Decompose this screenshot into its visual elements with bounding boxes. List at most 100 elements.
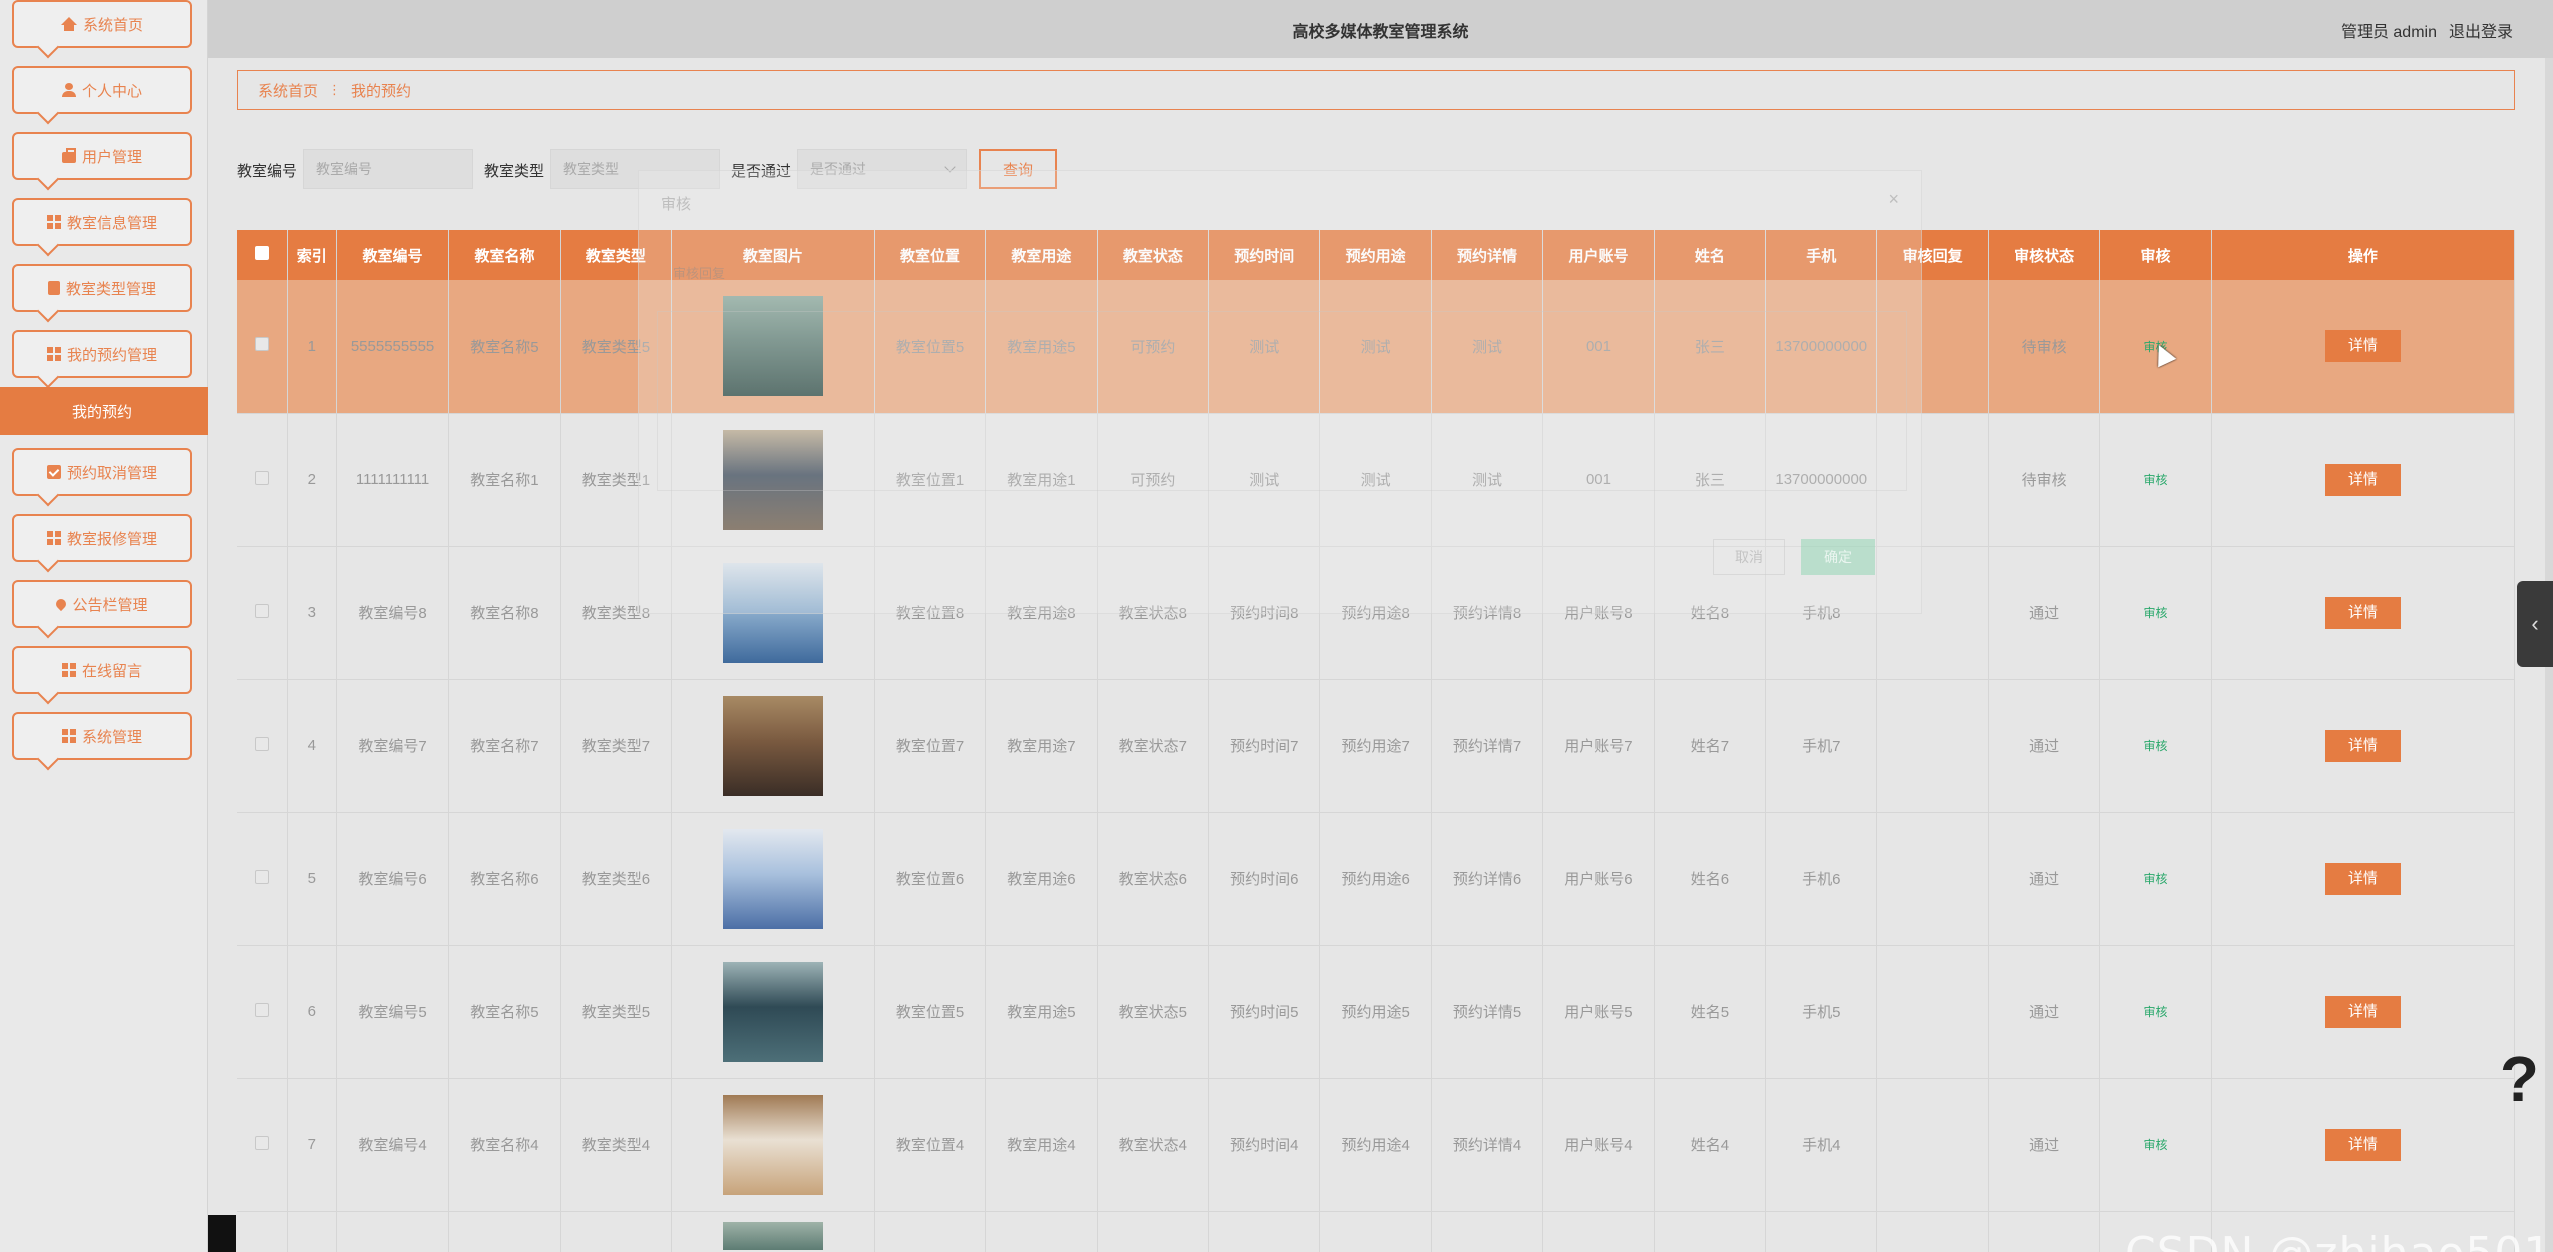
sidebar-item-my-reservations[interactable]: 我的预约管理 [12, 330, 192, 378]
submenu-label: 我的预约 [72, 403, 133, 421]
audit-link[interactable]: 审核 [2099, 812, 2212, 946]
cell-name: 教室名称1 [448, 413, 561, 547]
audit-link[interactable]: 审核 [2099, 1078, 2212, 1212]
audit-link-label[interactable]: 审核 [2143, 606, 2167, 620]
cell-idx: 2 [287, 413, 337, 547]
cell-purpose: 预约用途4 [1319, 1078, 1432, 1212]
sidebar-item-label: 用户管理 [81, 148, 142, 166]
sidebar-item-cancel-reservation[interactable]: 预约取消管理 [12, 448, 192, 496]
cell-reply [1876, 679, 1989, 813]
detail-button[interactable]: 详情 [2324, 1128, 2401, 1161]
audit-link[interactable]: 审核 [2099, 945, 2212, 1079]
actions-cell: 详情 [2211, 679, 2516, 813]
audit-link-label[interactable]: 审核 [2143, 473, 2167, 487]
breadcrumb: 系统首页 ⋮ 我的预约 [237, 70, 2515, 110]
side-panel-toggle[interactable]: ‹ [2517, 581, 2553, 667]
breadcrumb-home[interactable]: 系统首页 [258, 80, 318, 101]
close-icon[interactable]: × [1888, 189, 1899, 210]
sidebar-item-classroom-type[interactable]: 教室类型管理 [12, 264, 192, 312]
cell-empty [1988, 1211, 2101, 1252]
submenu-my-reservation[interactable]: 我的预约 [0, 387, 208, 435]
select-all-checkbox[interactable] [237, 230, 288, 280]
cell-purpose: 预约用途5 [1319, 945, 1432, 1079]
cell-purpose: 预约用途7 [1319, 679, 1432, 813]
cell-detail: 预约详情5 [1431, 945, 1544, 1079]
cell-audit_status: 待审核 [1988, 413, 2101, 547]
cell-no: 1111111111 [336, 413, 450, 547]
corner-decoration-icon: ? [2499, 1043, 2539, 1115]
row-checkbox[interactable] [237, 413, 288, 547]
sidebar-item-label: 在线留言 [81, 662, 142, 680]
cell-audit_status: 通过 [1988, 1078, 2101, 1212]
cell-account: 用户账号6 [1542, 812, 1655, 946]
user-area: 管理员 admin 退出登录 [2341, 18, 2513, 42]
cell-person: 姓名4 [1654, 1078, 1767, 1212]
cell-no: 教室编号5 [336, 945, 450, 1079]
row-checkbox[interactable] [237, 812, 288, 946]
cell-account: 用户账号7 [1542, 679, 1655, 813]
audit-link-label[interactable]: 审核 [2143, 1138, 2167, 1152]
cell-loc: 教室位置6 [874, 812, 987, 946]
cell-idx: 5 [287, 812, 337, 946]
top-header: 高校多媒体教室管理系统 管理员 admin 退出登录 [208, 0, 2553, 58]
audit-link[interactable]: 审核 [2099, 413, 2212, 547]
logout-link[interactable]: 退出登录 [2449, 18, 2513, 42]
cell-empty [1876, 1211, 1989, 1252]
detail-button[interactable]: 详情 [2324, 862, 2401, 895]
sidebar-item-personal-center[interactable]: 个人中心 [12, 66, 192, 114]
home-icon [60, 17, 77, 31]
cell-person: 姓名6 [1654, 812, 1767, 946]
audit-link-label[interactable]: 审核 [2143, 739, 2167, 753]
cell-name: 教室名称8 [448, 546, 561, 680]
cell-empty [560, 1211, 673, 1252]
modal-reply-label: 审核回复 [673, 266, 726, 281]
modal-cancel-button[interactable]: 取消 [1713, 539, 1785, 575]
detail-button[interactable]: 详情 [2324, 995, 2401, 1028]
column-header: 操作 [2211, 230, 2516, 280]
sidebar-item-notice[interactable]: 公告栏管理 [12, 580, 192, 628]
sidebar-item-classroom-info[interactable]: 教室信息管理 [12, 198, 192, 246]
cell-empty [237, 1211, 288, 1252]
cell-empty [1097, 1211, 1210, 1252]
row-checkbox[interactable] [237, 945, 288, 1079]
cell-status: 教室状态5 [1097, 945, 1210, 1079]
detail-button[interactable]: 详情 [2324, 729, 2401, 762]
briefcase-icon [61, 147, 76, 163]
audit-link-label[interactable]: 审核 [2143, 1005, 2167, 1019]
cell-empty [1542, 1211, 1655, 1252]
audit-link[interactable]: 审核 [2099, 546, 2212, 680]
app-title: 高校多媒体教室管理系统 [1292, 24, 1469, 41]
classroom-image [671, 1211, 875, 1252]
audit-link-label[interactable]: 审核 [2143, 872, 2167, 886]
sidebar-item-message[interactable]: 在线留言 [12, 646, 192, 694]
room-no-input[interactable]: 教室编号 [303, 149, 473, 189]
sidebar-item-repair[interactable]: 教室报修管理 [12, 514, 192, 562]
sidebar-item-system[interactable]: 系统管理 [12, 712, 192, 760]
modal-reply-textarea[interactable] [657, 311, 1907, 491]
row-checkbox[interactable] [237, 546, 288, 680]
cell-type: 教室类型5 [560, 945, 673, 1079]
row-checkbox[interactable] [237, 1078, 288, 1212]
cell-no: 教室编号8 [336, 546, 450, 680]
actions-cell: 详情 [2211, 1078, 2516, 1212]
table-row: 5 教室编号6 教室名称6 教室类型6 教室位置6 教室用途6 教室状态6 预约时间6 预约用途… [237, 812, 2516, 946]
cell-use: 教室用途7 [985, 679, 1098, 813]
table-row: 6 教室编号5 教室名称5 教室类型5 教室位置5 教室用途5 教室状态5 预约时间5 预约用途… [237, 945, 2516, 1079]
audit-link[interactable]: 审核 [2099, 679, 2212, 813]
detail-button[interactable]: 详情 [2324, 463, 2401, 496]
cell-audit_status: 通过 [1988, 945, 2101, 1079]
detail-button[interactable]: 详情 [2324, 330, 2401, 363]
column-header: 教室编号 [336, 230, 450, 280]
cell-audit_status: 通过 [1988, 546, 2101, 680]
row-checkbox[interactable] [237, 280, 288, 414]
sidebar-item-user-management[interactable]: 用户管理 [12, 132, 192, 180]
detail-button[interactable]: 详情 [2324, 596, 2401, 629]
row-checkbox[interactable] [237, 679, 288, 813]
sidebar-item-home[interactable]: 系统首页 [12, 0, 192, 48]
cell-phone: 手机4 [1765, 1078, 1878, 1212]
grid-icon [46, 347, 61, 361]
cell-name: 教室名称6 [448, 812, 561, 946]
watermark: CSDN @zhihao501 [2125, 1228, 2552, 1252]
modal-confirm-button[interactable]: 确定 [1801, 539, 1875, 575]
cell-type: 教室类型7 [560, 679, 673, 813]
